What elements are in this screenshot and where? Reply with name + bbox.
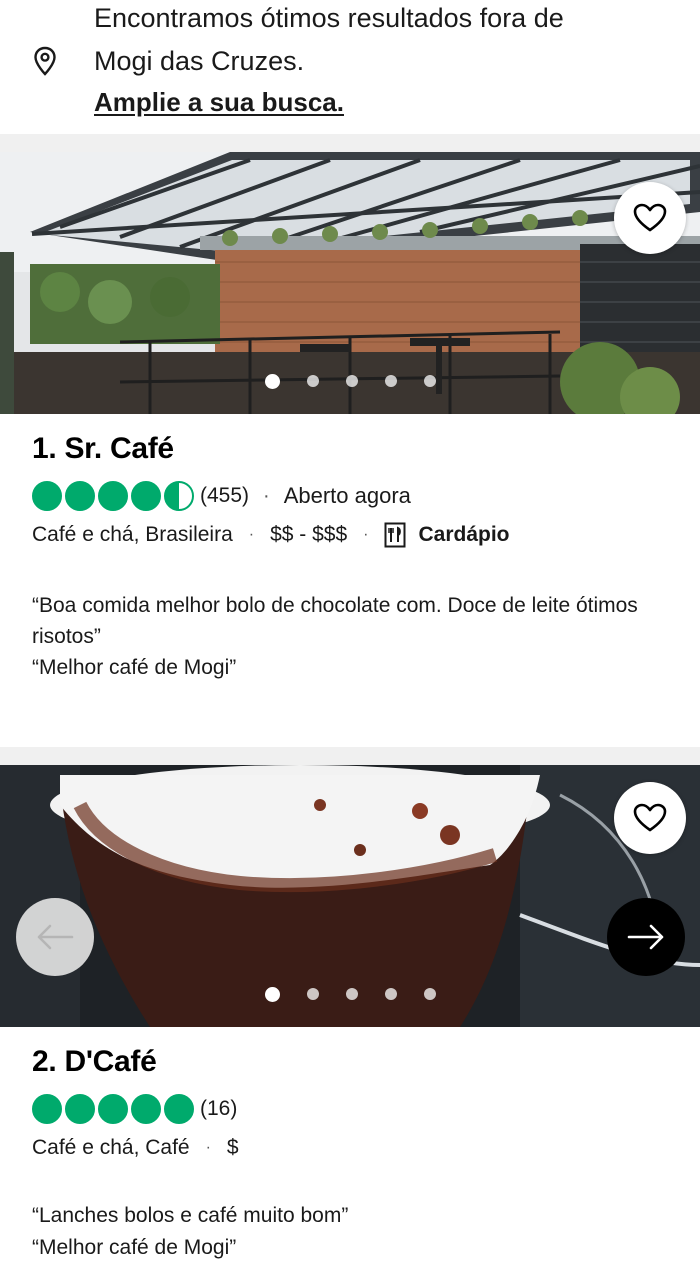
price-range: $$ - $$$	[270, 523, 348, 546]
rating-bubble-full	[98, 1094, 128, 1124]
rating-bubble-full	[98, 481, 128, 511]
carousel-indicator	[0, 986, 700, 1002]
rating-bubble-full	[65, 1094, 95, 1124]
separator-dot: ·	[263, 484, 270, 507]
carousel-dot[interactable]	[264, 986, 280, 1002]
result-title[interactable]: 1. Sr. Café	[32, 432, 174, 466]
review-snippet: “Boa comida melhor bolo de chocolate com…	[32, 594, 638, 648]
rating-bubbles	[32, 481, 194, 511]
meta-row: Café e chá, Brasileira · $$ - $$$ · Card…	[32, 518, 510, 552]
carousel-dot[interactable]	[264, 373, 280, 389]
menu-icon	[384, 522, 406, 548]
separator	[0, 134, 700, 152]
rating-bubble-full	[131, 1094, 161, 1124]
carousel-dot[interactable]	[384, 988, 397, 1000]
separator-dot: ·	[248, 526, 255, 543]
rating-row: (455) · Aberto agora	[32, 479, 411, 513]
open-status: Aberto agora	[283, 483, 411, 508]
carousel-dot[interactable]	[423, 375, 436, 387]
location-banner: Encontramos ótimos resultados fora de Mo…	[0, 0, 700, 134]
result-photo-carousel[interactable]	[0, 765, 700, 1027]
rating-bubble-full	[65, 481, 95, 511]
arrow-left-icon	[37, 924, 74, 950]
save-favorite-button[interactable]	[614, 782, 686, 854]
carousel-dot[interactable]	[306, 375, 319, 387]
carousel-indicator	[0, 373, 700, 389]
price-range: $	[226, 1136, 239, 1159]
expand-search-link[interactable]: Amplie a sua busca.	[94, 80, 344, 124]
carousel-dot[interactable]	[345, 375, 358, 387]
menu-link[interactable]: Cardápio	[418, 523, 509, 547]
heart-icon	[633, 203, 667, 232]
previous-photo-button[interactable]	[16, 898, 94, 976]
review-snippet: “Lanches bolos e café muito bom”	[32, 1204, 349, 1227]
heart-icon	[633, 803, 667, 832]
result-photo-carousel[interactable]	[0, 152, 700, 414]
next-photo-button[interactable]	[607, 898, 685, 976]
rating-bubble-full	[32, 481, 62, 511]
review-count[interactable]: (455)	[200, 484, 249, 508]
rating-bubble-half	[164, 481, 194, 511]
rating-bubble-full	[164, 1094, 194, 1124]
arrow-right-icon	[627, 924, 664, 950]
result-title[interactable]: 2. D'Café	[32, 1045, 157, 1079]
separator	[0, 747, 700, 765]
rating-row: (16)	[32, 1092, 237, 1126]
carousel-dot[interactable]	[423, 988, 436, 1000]
rating-bubbles	[32, 1094, 194, 1124]
separator-dot: ·	[363, 526, 369, 543]
review-snippet: “Melhor café de Mogi”	[32, 656, 237, 679]
banner-message-line-2: Mogi das Cruzes.	[94, 46, 305, 76]
meta-row: Café e chá, Café · $	[32, 1131, 239, 1165]
carousel-dot[interactable]	[384, 375, 397, 387]
review-snippet: “Melhor café de Mogi”	[32, 1236, 237, 1259]
separator-dot: ·	[205, 1139, 211, 1156]
save-favorite-button[interactable]	[614, 182, 686, 254]
carousel-dot[interactable]	[306, 988, 319, 1000]
location-pin-icon	[34, 46, 56, 76]
rating-bubble-full	[131, 481, 161, 511]
review-count[interactable]: (16)	[200, 1097, 237, 1121]
cuisine-label: Café e chá, Café	[32, 1136, 190, 1159]
banner-message-line-1: Encontramos ótimos resultados fora de	[94, 3, 564, 33]
cuisine-label: Café e chá, Brasileira	[32, 523, 233, 546]
rating-bubble-full	[32, 1094, 62, 1124]
carousel-dot[interactable]	[345, 988, 358, 1000]
